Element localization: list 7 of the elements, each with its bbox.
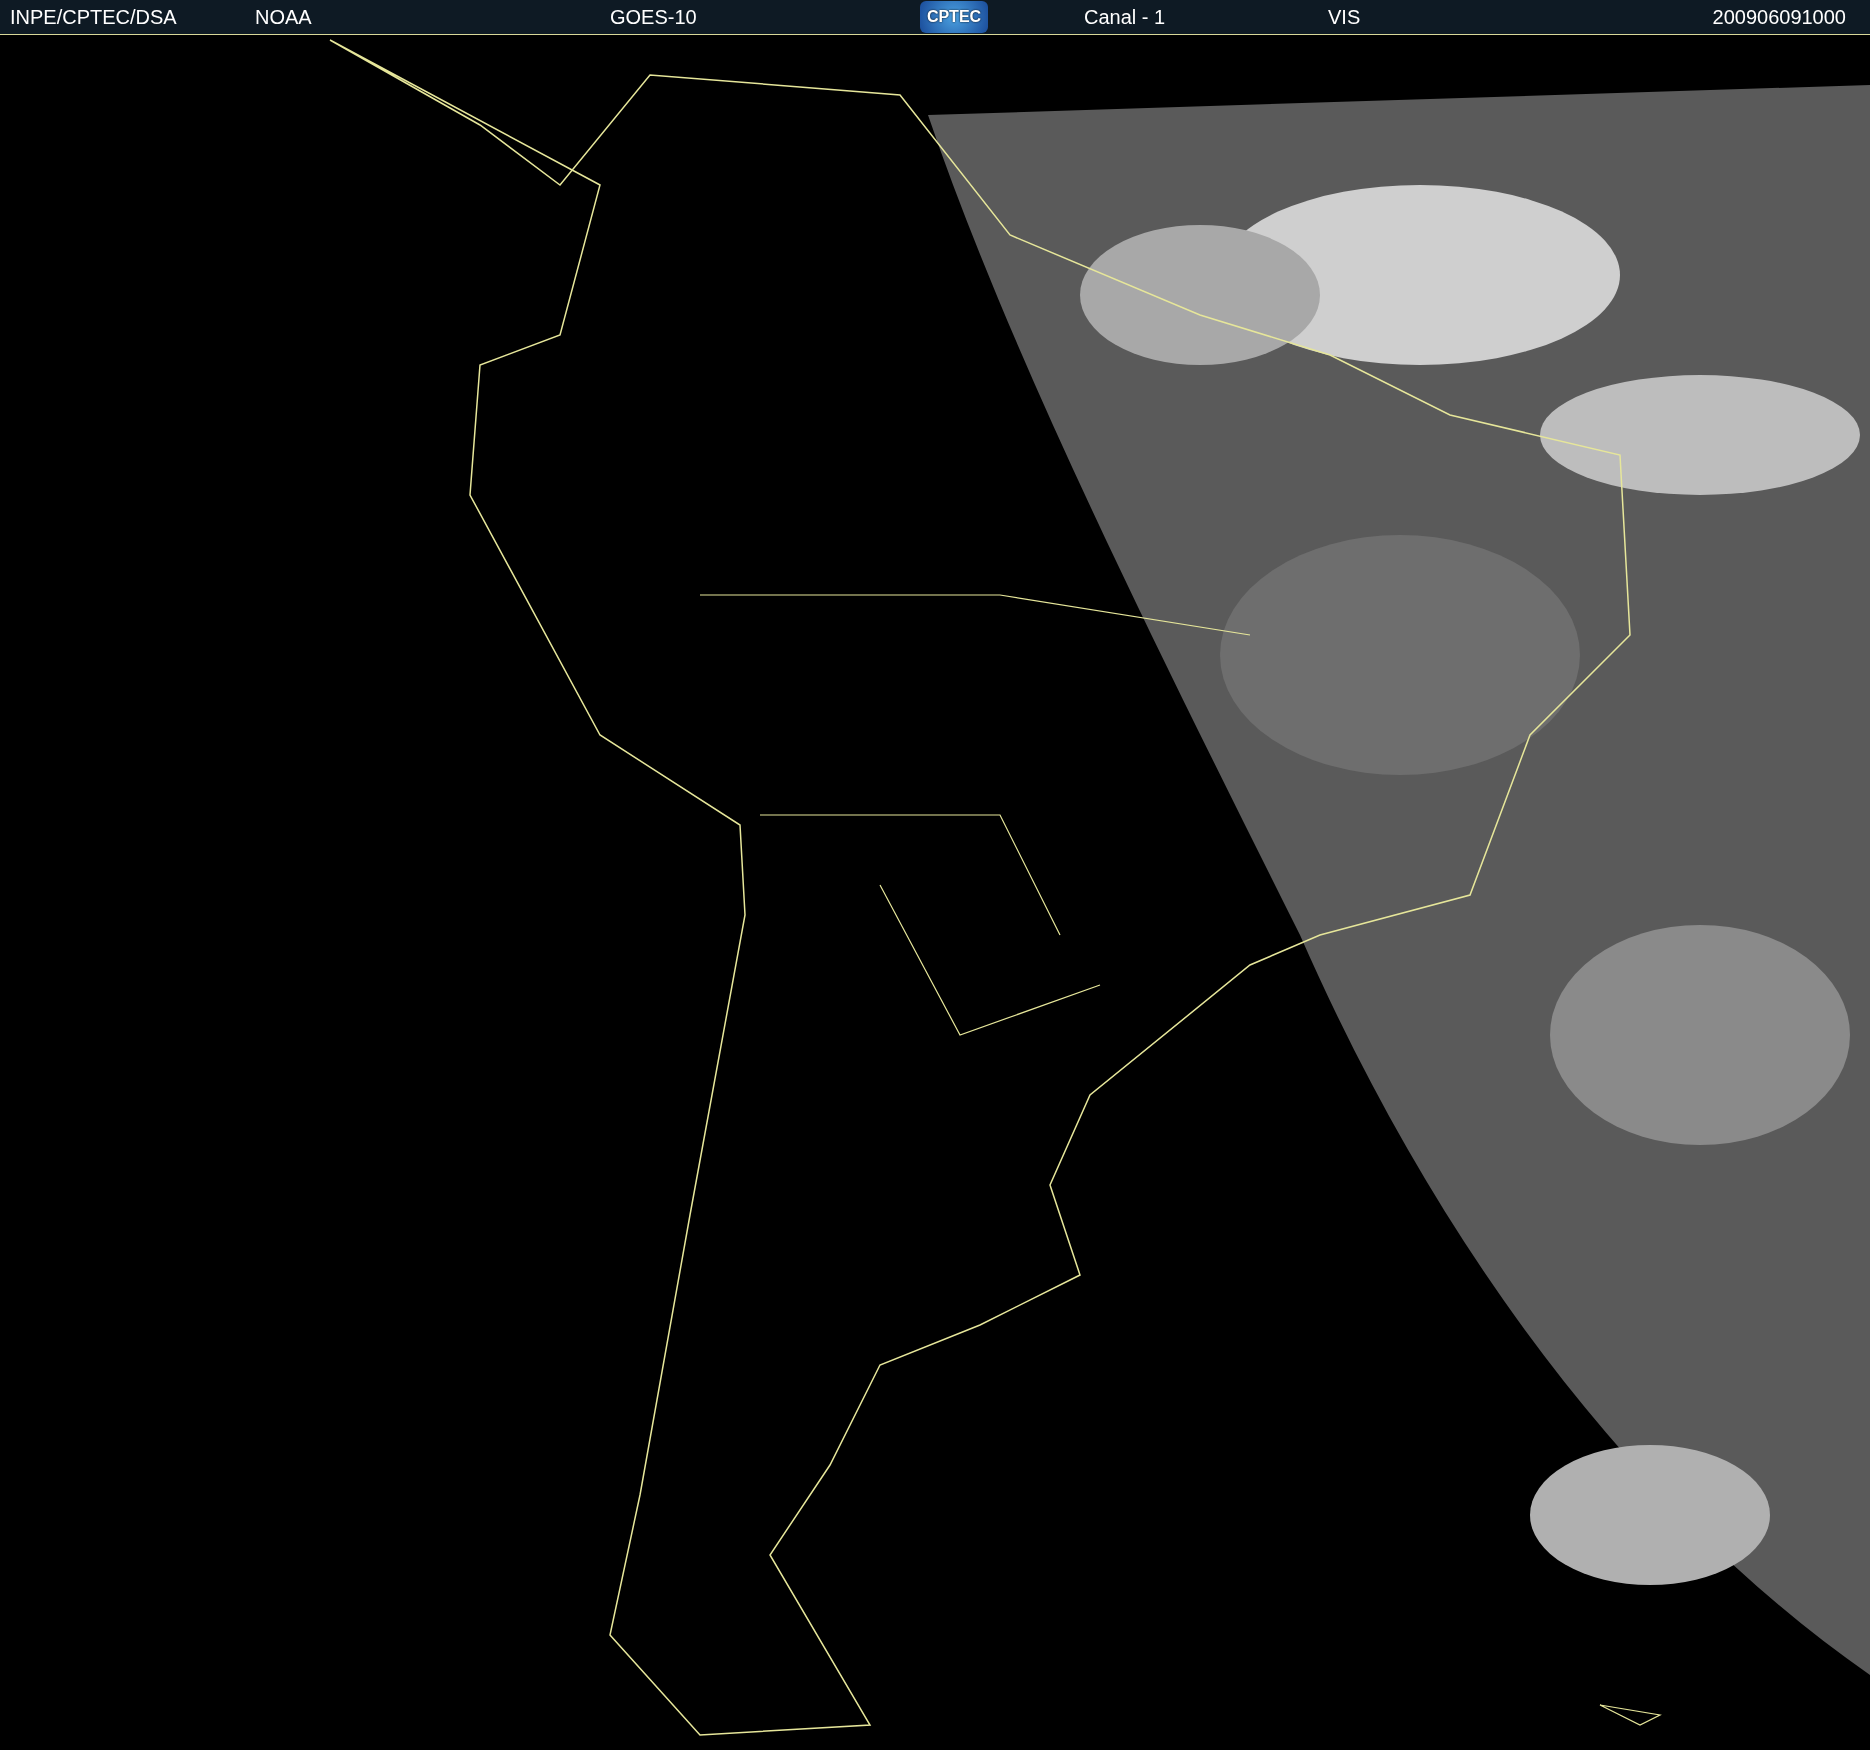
header-label: Canal - 1 <box>1084 5 1166 28</box>
header-label: GOES-10 <box>610 5 697 28</box>
header-label: VIS <box>1328 5 1361 28</box>
header-label: INPE/CPTEC/DSA <box>10 5 177 28</box>
header-label: 200906091000 <box>1712 5 1846 28</box>
header-label: NOAA <box>255 5 312 28</box>
logo: CPTEC <box>920 1 988 33</box>
